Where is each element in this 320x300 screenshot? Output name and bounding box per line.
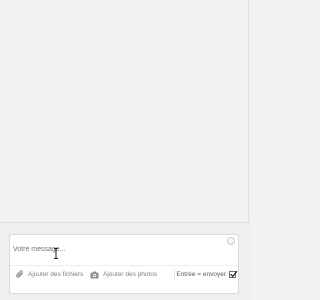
attach-files-label: Ajouter des fichiers <box>28 271 84 278</box>
add-photos-label: Ajouter des photos <box>103 271 158 278</box>
checkmark-icon <box>230 271 238 277</box>
enter-to-send-label: Entrée = envoyer <box>176 271 226 278</box>
chat-page: Ajouter des fichiers Ajouter des photos … <box>0 0 250 300</box>
text-cursor-icon <box>54 248 58 259</box>
paperclip-icon <box>16 270 23 278</box>
composer-toolbar: Ajouter des fichiers Ajouter des photos … <box>10 265 238 282</box>
add-photos-button[interactable]: Ajouter des photos <box>90 269 157 280</box>
enter-to-send-toggle[interactable]: Entrée = envoyer <box>176 269 238 280</box>
toolbar-divider <box>174 269 175 279</box>
attach-files-button[interactable]: Ajouter des fichiers <box>16 269 83 280</box>
messages-area <box>0 0 249 222</box>
enter-to-send-checkbox[interactable] <box>229 271 238 278</box>
emoji-icon[interactable] <box>227 237 235 245</box>
camera-icon <box>90 271 99 278</box>
message-composer: Ajouter des fichiers Ajouter des photos … <box>0 222 250 300</box>
message-box: Ajouter des fichiers Ajouter des photos … <box>9 234 239 294</box>
message-input[interactable] <box>10 235 220 261</box>
